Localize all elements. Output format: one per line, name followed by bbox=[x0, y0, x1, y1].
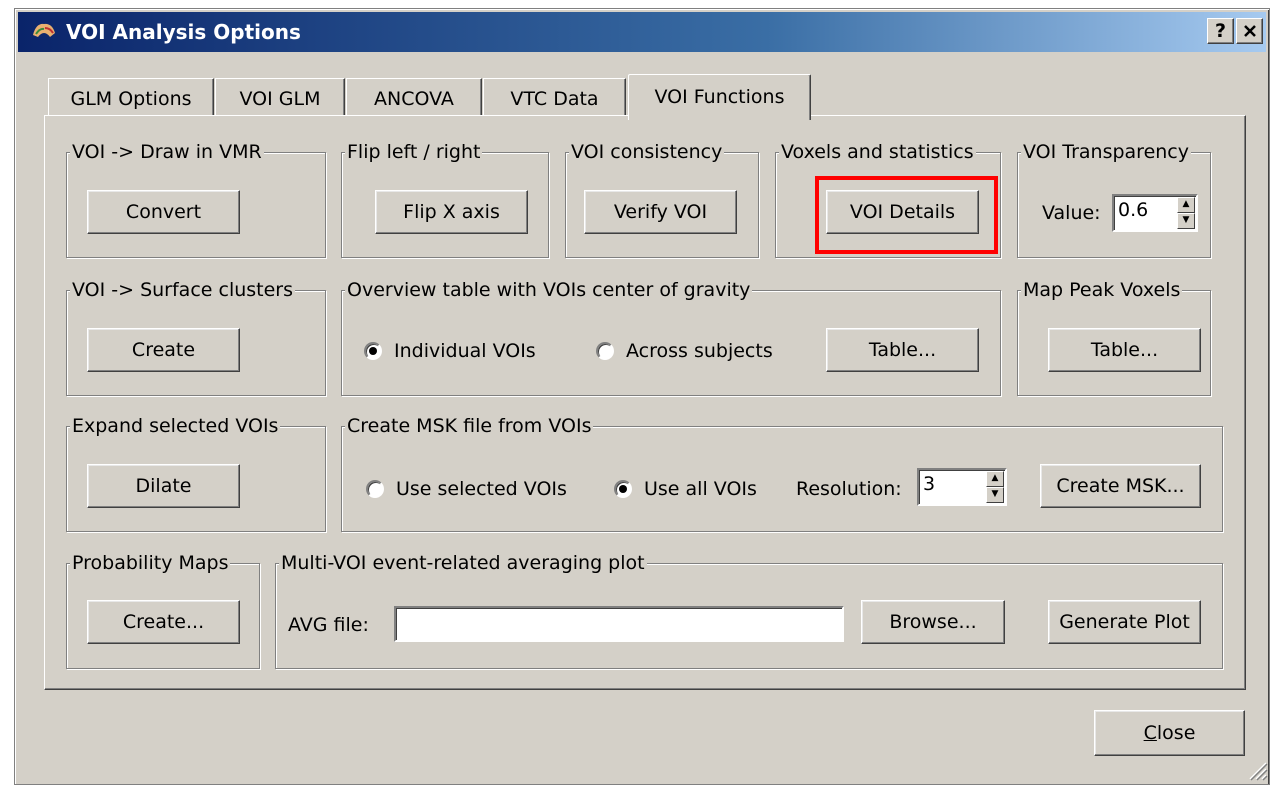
group-title: Probability Maps bbox=[70, 551, 231, 575]
resize-grip-icon[interactable] bbox=[1244, 757, 1268, 781]
group-title: Expand selected VOIs bbox=[70, 414, 281, 438]
create-msk-button[interactable]: Create MSK... bbox=[1040, 464, 1201, 508]
radio-label: Across subjects bbox=[626, 340, 773, 362]
radio-use-selected-vois[interactable]: Use selected VOIs bbox=[366, 478, 567, 500]
spin-up-icon[interactable]: ▲ bbox=[1177, 197, 1195, 213]
brain-icon bbox=[33, 23, 55, 37]
radio-label: Use all VOIs bbox=[644, 478, 757, 500]
group-title: VOI -> Surface clusters bbox=[70, 278, 296, 302]
help-button[interactable]: ? bbox=[1207, 18, 1234, 44]
verify-voi-button[interactable]: Verify VOI bbox=[584, 190, 737, 234]
group-title: VOI consistency bbox=[569, 140, 725, 164]
close-button-label: Close bbox=[1143, 722, 1196, 744]
highlight-box bbox=[815, 176, 998, 254]
group-title: VOI -> Draw in VMR bbox=[70, 140, 264, 164]
browse-button[interactable]: Browse... bbox=[861, 600, 1005, 644]
radio-use-all-vois[interactable]: Use all VOIs bbox=[614, 478, 757, 500]
radio-unchecked-icon[interactable] bbox=[366, 480, 384, 498]
map-peak-table-button[interactable]: Table... bbox=[1048, 328, 1201, 372]
group-title: Voxels and statistics bbox=[779, 140, 976, 164]
close-icon bbox=[1243, 25, 1256, 37]
group-title: VOI Transparency bbox=[1021, 140, 1191, 164]
overview-table-button[interactable]: Table... bbox=[826, 328, 979, 372]
spin-up-icon[interactable]: ▲ bbox=[986, 471, 1004, 487]
tab-vtc-data[interactable]: VTC Data bbox=[483, 78, 626, 116]
radio-label: Use selected VOIs bbox=[396, 478, 567, 500]
radio-unchecked-icon[interactable] bbox=[596, 342, 614, 360]
radio-label: Individual VOIs bbox=[394, 340, 536, 362]
avg-file-input[interactable] bbox=[394, 606, 844, 642]
radio-checked-icon[interactable] bbox=[364, 342, 382, 360]
probability-create-button[interactable]: Create... bbox=[87, 600, 240, 644]
tab-glm-options[interactable]: GLM Options bbox=[48, 78, 214, 116]
transparency-spinbox[interactable]: 0.6 ▲ ▼ bbox=[1112, 194, 1198, 232]
radio-individual-vois[interactable]: Individual VOIs bbox=[364, 340, 536, 362]
tab-voi-functions[interactable]: VOI Functions bbox=[628, 74, 811, 120]
radio-checked-icon[interactable] bbox=[614, 480, 632, 498]
generate-plot-button[interactable]: Generate Plot bbox=[1048, 600, 1201, 644]
close-window-button[interactable] bbox=[1236, 18, 1263, 44]
close-button[interactable]: Close bbox=[1094, 710, 1245, 756]
window-title: VOI Analysis Options bbox=[66, 20, 301, 44]
group-title: Overview table with VOIs center of gravi… bbox=[345, 278, 753, 302]
dilate-button[interactable]: Dilate bbox=[87, 464, 240, 508]
resolution-value: 3 bbox=[923, 473, 936, 495]
radio-across-subjects[interactable]: Across subjects bbox=[596, 340, 773, 362]
transparency-value-label: Value: bbox=[1042, 202, 1101, 224]
spin-down-icon[interactable]: ▼ bbox=[1177, 213, 1195, 229]
group-title: Create MSK file from VOIs bbox=[345, 414, 594, 438]
convert-button[interactable]: Convert bbox=[87, 190, 240, 234]
group-title: Multi-VOI event-related averaging plot bbox=[279, 551, 647, 575]
spin-down-icon[interactable]: ▼ bbox=[986, 487, 1004, 503]
group-title: Map Peak Voxels bbox=[1021, 278, 1183, 302]
resolution-label: Resolution: bbox=[796, 478, 902, 500]
flip-x-axis-button[interactable]: Flip X axis bbox=[375, 190, 528, 234]
group-title: Flip left / right bbox=[345, 140, 483, 164]
transparency-value: 0.6 bbox=[1118, 199, 1149, 221]
create-surface-clusters-button[interactable]: Create bbox=[87, 328, 240, 372]
resolution-spinbox[interactable]: 3 ▲ ▼ bbox=[917, 468, 1007, 506]
tab-voi-glm[interactable]: VOI GLM bbox=[215, 78, 345, 116]
tab-ancova[interactable]: ANCOVA bbox=[346, 78, 482, 116]
avg-file-label: AVG file: bbox=[288, 614, 369, 636]
